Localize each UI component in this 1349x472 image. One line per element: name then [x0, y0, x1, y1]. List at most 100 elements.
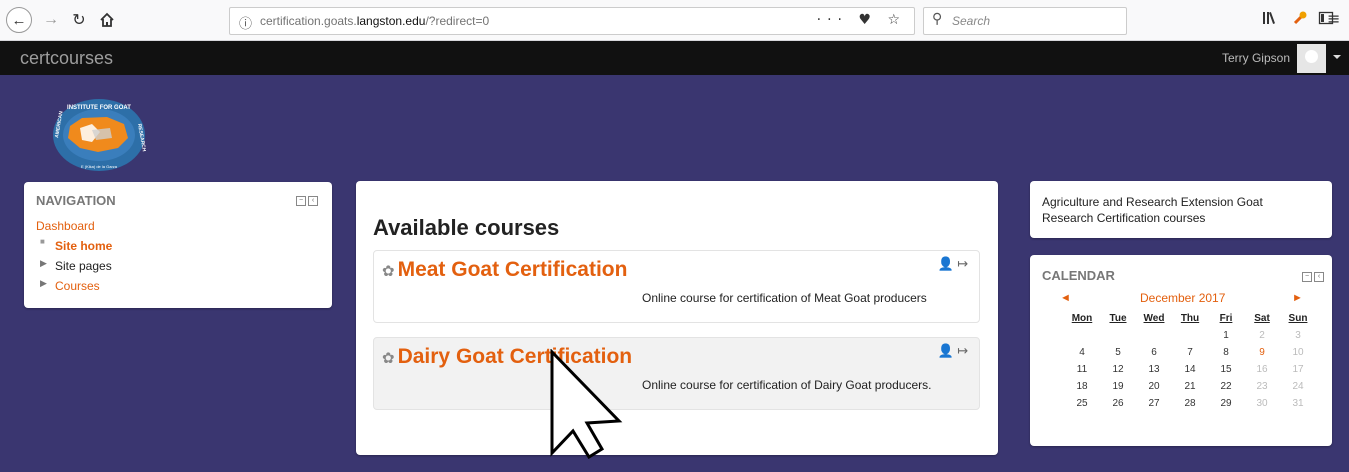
site-logo[interactable]: INSTITUTE FOR GOAT AMERICAN RESEARCH E (… — [52, 98, 146, 173]
calendar-day-header: Sun — [1288, 313, 1308, 324]
site-navbar: certcourses Terry Gipson — [0, 41, 1349, 75]
prev-month-icon[interactable]: ◄ — [1060, 292, 1071, 304]
calendar-day[interactable]: 26 — [1100, 395, 1136, 412]
calendar-day[interactable]: 30 — [1244, 395, 1280, 412]
calendar-day[interactable]: 25 — [1064, 395, 1100, 412]
info-text: Agriculture and Research Extension Goat … — [1042, 195, 1263, 225]
calendar-day-header: Fri — [1219, 313, 1233, 324]
url-text: certification.goats.langston.edu/?redire… — [260, 14, 490, 28]
calendar-day — [1172, 327, 1208, 344]
calendar-day[interactable]: 5 — [1100, 344, 1136, 361]
minimize-icon[interactable]: − — [1302, 272, 1312, 282]
calendar-day[interactable]: 27 — [1136, 395, 1172, 412]
calendar-day-header: Thu — [1180, 313, 1200, 324]
mouse-cursor-icon — [550, 349, 623, 459]
calendar-day[interactable]: 14 — [1172, 361, 1208, 378]
course-icon: ✿ — [382, 263, 395, 280]
home-icon[interactable] — [94, 7, 120, 33]
calendar-day[interactable]: 16 — [1244, 361, 1280, 378]
wrench-icon[interactable] — [1292, 10, 1308, 30]
logo-text-bottom: E (Kika) de la Garza — [81, 164, 118, 169]
calendar-day[interactable]: 12 — [1100, 361, 1136, 378]
search-icon: ⚲ — [932, 11, 943, 27]
calendar-day — [1136, 327, 1172, 344]
course-title-link[interactable]: ✿ Meat Goat Certification — [382, 258, 627, 282]
block-controls: − ‹ — [296, 196, 318, 206]
calendar-day[interactable]: 3 — [1280, 327, 1316, 344]
info-block: Agriculture and Research Extension Goat … — [1030, 181, 1332, 238]
nav-site-home-link[interactable]: Site home — [55, 239, 112, 253]
calendar-day[interactable]: 6 — [1136, 344, 1172, 361]
calendar-day[interactable]: 21 — [1172, 378, 1208, 395]
calendar-day[interactable]: 9 — [1244, 344, 1280, 361]
reload-icon[interactable]: ↻ — [66, 7, 92, 33]
calendar-day[interactable]: 13 — [1136, 361, 1172, 378]
calendar-day[interactable]: 17 — [1280, 361, 1316, 378]
calendar-day — [1100, 327, 1136, 344]
calendar-block: CALENDAR − ‹ ◄ December 2017 ► Mon Tue Wed T… — [1030, 255, 1332, 446]
calendar-day[interactable]: 11 — [1064, 361, 1100, 378]
nav-dashboard-link[interactable]: Dashboard — [36, 219, 95, 233]
info-icon[interactable]: ⓘ — [239, 13, 252, 32]
course-icon: ✿ — [382, 350, 395, 367]
course-description: Online course for certification of Meat … — [642, 291, 927, 305]
nav-courses-link[interactable]: Courses — [55, 279, 100, 293]
library-icon[interactable] — [1262, 10, 1278, 30]
calendar-day[interactable]: 15 — [1208, 361, 1244, 378]
bullet-icon: ■ — [40, 237, 45, 246]
calendar-day — [1064, 327, 1100, 344]
browser-toolbar: ← → ↻ ⓘ certification.goats.langston.edu… — [0, 0, 1349, 41]
calendar-day-header: Wed — [1143, 313, 1165, 324]
calendar-day[interactable]: 2 — [1244, 327, 1280, 344]
calendar-day[interactable]: 22 — [1208, 378, 1244, 395]
site-name[interactable]: certcourses — [20, 48, 113, 69]
calendar-grid: Mon Tue Wed Thu Fri Sat Sun 1 2 3 4 5 6 7 8 9 10 11 12 13 1… — [1064, 310, 1316, 412]
calendar-day[interactable]: 19 — [1100, 378, 1136, 395]
calendar-day[interactable]: 8 — [1208, 344, 1244, 361]
logo-text-top: INSTITUTE FOR GOAT — [67, 105, 131, 111]
avatar[interactable] — [1297, 44, 1326, 73]
calendar-day[interactable]: 4 — [1064, 344, 1100, 361]
user-name[interactable]: Terry Gipson — [1222, 51, 1290, 65]
calendar-day[interactable]: 29 — [1208, 395, 1244, 412]
expand-arrow-icon[interactable]: ▶ — [40, 278, 47, 289]
main-content: Available courses ✿ Meat Goat Certificati… — [356, 181, 998, 455]
user-menu-caret-icon[interactable] — [1333, 55, 1341, 59]
calendar-day[interactable]: 20 — [1136, 378, 1172, 395]
calendar-day[interactable]: 10 — [1280, 344, 1316, 361]
navigation-block: NAVIGATION − ‹ Dashboard ■ Site home ▶ Si… — [24, 182, 332, 308]
calendar-day[interactable]: 31 — [1280, 395, 1316, 412]
url-bar[interactable]: ⓘ certification.goats.langston.edu/?redi… — [229, 7, 915, 35]
forward-arrow-icon[interactable]: → — [38, 7, 64, 33]
calendar-day-header: Mon — [1071, 313, 1093, 324]
course-description: Online course for certification of Dairy… — [642, 378, 932, 392]
course-box: ✿ Meat Goat Certification 👤↦ Online cours… — [373, 250, 980, 323]
next-month-icon[interactable]: ► — [1292, 292, 1303, 304]
search-bar[interactable]: ⚲ Search — [923, 7, 1127, 35]
dock-icon[interactable]: ‹ — [308, 196, 318, 206]
navigation-title: NAVIGATION — [36, 193, 116, 208]
calendar-day[interactable]: 1 — [1208, 327, 1244, 344]
course-box: ✿ Dairy Goat Certification 👤↦ Online cour… — [373, 337, 980, 410]
back-arrow-icon[interactable]: ← — [6, 7, 32, 33]
search-placeholder: Search — [952, 14, 991, 28]
page-actions-icons[interactable]: ··· ♥ ☆ — [817, 12, 906, 28]
minimize-icon[interactable]: − — [296, 196, 306, 206]
hamburger-menu-icon[interactable]: ≡ — [1327, 9, 1340, 28]
calendar-day[interactable]: 28 — [1172, 395, 1208, 412]
page-title: Available courses — [373, 215, 560, 240]
calendar-day[interactable]: 24 — [1280, 378, 1316, 395]
block-controls: − ‹ — [1302, 272, 1324, 282]
nav-site-pages[interactable]: Site pages — [55, 259, 112, 273]
expand-arrow-icon[interactable]: ▶ — [40, 258, 47, 269]
calendar-month[interactable]: December 2017 — [1140, 291, 1225, 305]
dock-icon[interactable]: ‹ — [1314, 272, 1324, 282]
calendar-title: CALENDAR — [1042, 268, 1115, 283]
calendar-day[interactable]: 18 — [1064, 378, 1100, 395]
course-enrol-icons[interactable]: 👤↦ — [938, 344, 971, 359]
calendar-day[interactable]: 7 — [1172, 344, 1208, 361]
calendar-day[interactable]: 23 — [1244, 378, 1280, 395]
calendar-day-header: Tue — [1109, 313, 1127, 324]
calendar-day-header: Sat — [1254, 313, 1270, 324]
course-enrol-icons[interactable]: 👤↦ — [938, 257, 971, 272]
